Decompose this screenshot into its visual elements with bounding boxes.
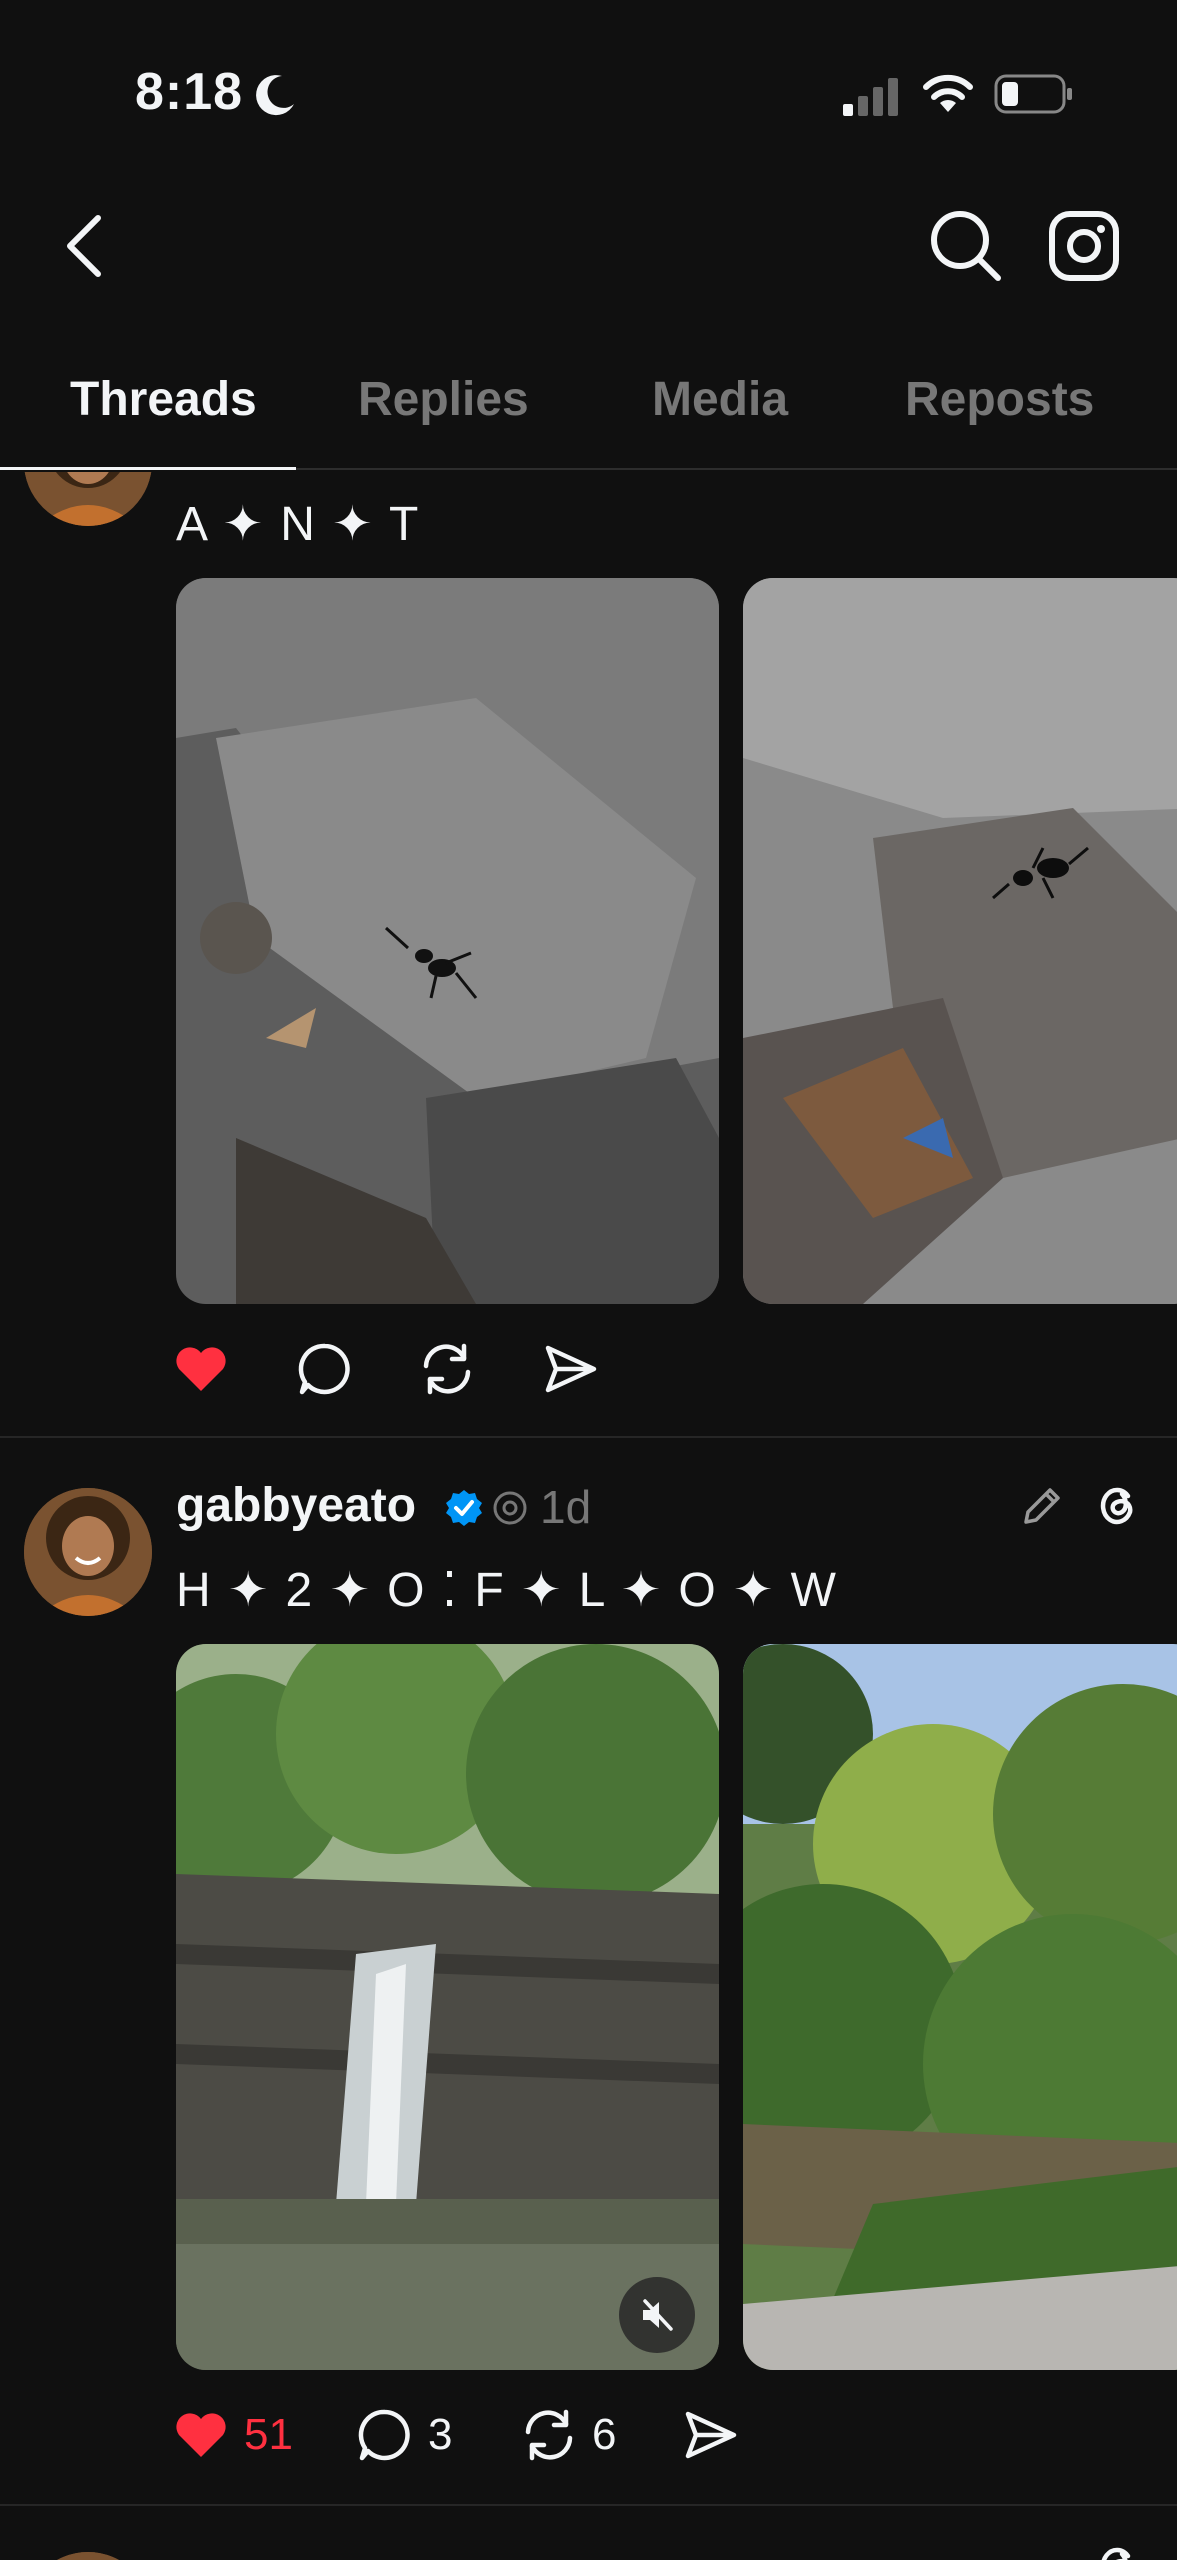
repost-button[interactable] [418, 1340, 476, 1398]
threads-logo-icon[interactable] [1090, 2538, 1142, 2560]
status-time: 8:18 [135, 63, 244, 121]
tab-replies[interactable]: Replies [358, 372, 529, 427]
cellular-signal-icon [843, 78, 898, 116]
threads-feed[interactable]: A ✦ N ✦ T gabbyeato 1d H ✦ 2 ✦ O ⁚ F ✦ L… [0, 472, 1177, 2560]
like-button[interactable]: 51 [172, 2406, 293, 2464]
avatar[interactable] [24, 1488, 152, 1616]
status-bar: 8:18 [0, 0, 1177, 190]
reply-button[interactable]: 3 [356, 2406, 452, 2464]
verified-badge-icon [446, 1490, 482, 1526]
share-button[interactable] [542, 1340, 600, 1398]
moon-icon [256, 75, 294, 116]
post-video[interactable] [176, 1644, 719, 2370]
reply-button[interactable] [296, 1340, 354, 1398]
avatar[interactable] [24, 472, 152, 526]
post-image[interactable] [176, 578, 719, 1304]
wifi-icon [923, 74, 973, 112]
repost-icon [525, 2409, 573, 2461]
speaker-muted-icon [643, 2299, 673, 2331]
tab-reposts[interactable]: Reposts [905, 372, 1094, 427]
threads-status-icon [493, 1491, 527, 1525]
mute-toggle-button[interactable] [619, 2277, 695, 2353]
post-image[interactable] [743, 578, 1177, 1304]
tab-media[interactable]: Media [652, 372, 788, 427]
post-time: 1d [540, 1481, 592, 1533]
post-text: A ✦ N ✦ T [176, 498, 421, 551]
like-count: 51 [244, 2410, 293, 2459]
search-icon[interactable] [928, 208, 1004, 284]
share-button[interactable] [682, 2406, 740, 2464]
back-chevron-icon[interactable] [58, 210, 114, 282]
username[interactable]: gabbyeato [176, 1478, 416, 1533]
heart-filled-icon [176, 1347, 226, 1391]
pencil-icon[interactable] [1018, 1482, 1066, 1530]
like-button[interactable] [172, 1340, 230, 1398]
tab-active-indicator [0, 467, 296, 470]
repost-count: 6 [592, 2410, 617, 2459]
post-text: H ✦ 2 ✦ O ⁚ F ✦ L ✦ O ✦ W [176, 1564, 838, 1617]
post-divider [0, 1436, 1177, 1438]
comment-bubble-icon [298, 1343, 350, 1395]
tab-threads[interactable]: Threads [70, 372, 257, 427]
post-image[interactable] [743, 1644, 1177, 2370]
heart-filled-icon [176, 2413, 226, 2457]
threads-logo-icon[interactable] [1090, 1478, 1142, 1530]
send-icon [685, 2411, 737, 2459]
instagram-icon[interactable] [1048, 210, 1120, 282]
profile-tabs: Threads Replies Media Reposts [0, 350, 1177, 470]
comment-bubble-icon [358, 2409, 410, 2461]
send-icon [545, 1345, 597, 1393]
battery-icon [994, 74, 1072, 114]
reply-count: 3 [428, 2410, 453, 2459]
post-divider [0, 2504, 1177, 2506]
avatar[interactable] [24, 2552, 152, 2560]
repost-icon [423, 1343, 471, 1395]
repost-button[interactable]: 6 [520, 2406, 616, 2464]
